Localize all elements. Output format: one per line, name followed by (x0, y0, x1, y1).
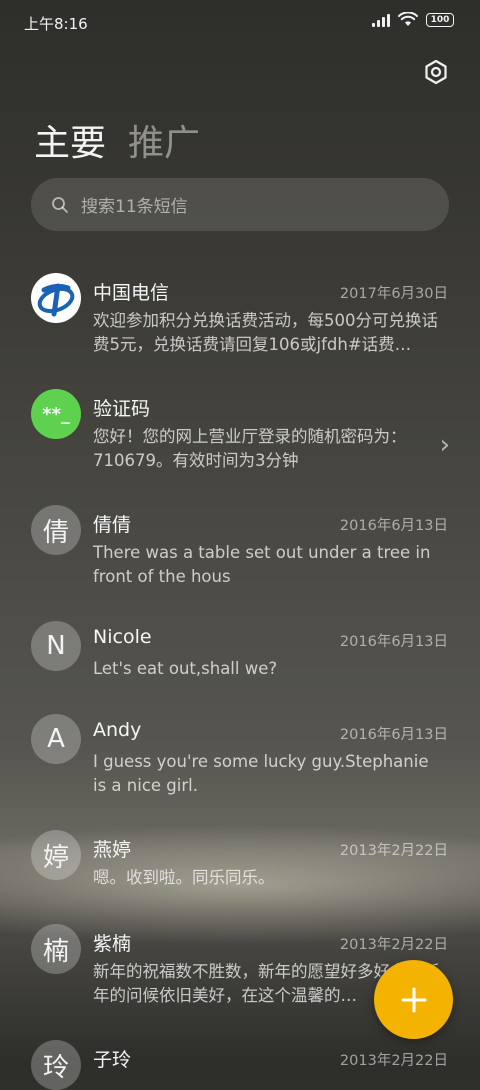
signal-icon (372, 13, 390, 27)
conversation-name: Nicole (93, 626, 152, 648)
conversation-date: 2013年2月22日 (339, 1053, 448, 1069)
conversation-preview: Let's eat out,shall we? (93, 659, 278, 678)
conversation-date: 2017年6月30日 (339, 286, 448, 302)
new-message-button[interactable] (374, 960, 453, 1039)
chevron-right-icon: › (439, 430, 450, 460)
conversation-preview: 您好！您的网上营业厅登录的随机密码为：710679。有效时间为3分钟 (93, 427, 407, 470)
avatar: 婷 (31, 830, 81, 880)
conversation-item[interactable]: 中国电信 2017年6月30日 欢迎参加积分兑换话费活动，每500分可兑换话费5… (0, 262, 480, 374)
conversation-date: 2013年2月22日 (339, 937, 448, 953)
conversation-item[interactable]: **_ 验证码 您好！您的网上营业厅登录的随机密码为：710679。有效时间为3… (0, 378, 480, 490)
conversation-date: 2016年6月13日 (339, 518, 448, 534)
avatar: 楠 (31, 924, 81, 974)
conversation-name: 验证码 (93, 398, 151, 420)
gear-icon (425, 59, 447, 85)
wifi-icon (398, 12, 418, 26)
tab-bar: 主要 推广 (34, 114, 200, 166)
status-time: 上午8:16 (24, 15, 88, 33)
avatar: N (31, 621, 81, 671)
telecom-logo-icon (37, 283, 75, 317)
conversation-item[interactable]: 婷 燕婷 2013年2月22日 嗯。收到啦。同乐同乐。 (0, 819, 480, 909)
conversation-preview: There was a table set out under a tree i… (93, 543, 431, 586)
avatar: 倩 (31, 505, 81, 555)
avatar: 玲 (31, 1040, 81, 1090)
conversation-date: 2016年6月13日 (339, 634, 448, 650)
avatar: A (31, 714, 81, 764)
search-input[interactable]: 搜索11条短信 (31, 178, 449, 231)
status-icons: 100 (372, 12, 454, 27)
status-bar: 上午8:16 100 (0, 0, 480, 46)
conversation-item[interactable]: A Andy 2016年6月13日 I guess you're some lu… (0, 703, 480, 815)
battery-icon: 100 (426, 12, 454, 27)
avatar-code: **_ (31, 389, 81, 439)
plus-icon (401, 987, 426, 1012)
conversation-name: 倩倩 (93, 514, 132, 536)
conversation-name: 子玲 (93, 1049, 132, 1071)
conversation-item[interactable]: N Nicole 2016年6月13日 Let's eat out,shall … (0, 610, 480, 700)
conversation-name: 燕婷 (93, 839, 132, 861)
settings-button[interactable] (422, 58, 450, 86)
conversation-name: Andy (93, 719, 142, 741)
tab-promotions[interactable]: 推广 (128, 114, 200, 166)
tab-primary[interactable]: 主要 (34, 114, 106, 166)
conversation-item[interactable]: 倩 倩倩 2016年6月13日 There was a table set ou… (0, 494, 480, 606)
avatar (31, 273, 81, 323)
conversation-preview: 嗯。收到啦。同乐同乐。 (93, 868, 275, 887)
conversation-preview: 欢迎参加积分兑换话费活动，每500分可兑换话费5元，兑换话费请回复106或jfd… (93, 311, 438, 354)
conversation-preview: I guess you're some lucky guy.Stephanie … (93, 752, 429, 795)
search-icon (52, 196, 68, 213)
conversation-date: 2016年6月13日 (339, 727, 448, 743)
conversation-name: 紫楠 (93, 933, 132, 955)
conversation-date: 2013年2月22日 (339, 843, 448, 859)
conversation-name: 中国电信 (93, 282, 170, 304)
search-placeholder: 搜索11条短信 (81, 197, 188, 217)
